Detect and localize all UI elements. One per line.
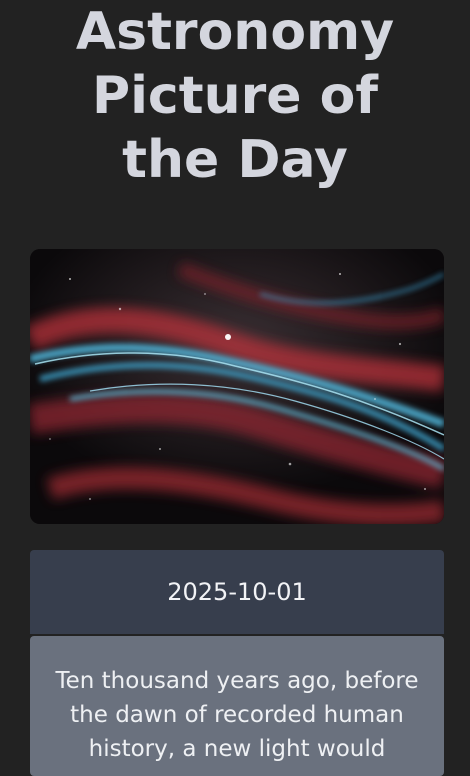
- title-line-2: Picture of: [92, 66, 378, 126]
- explanation-text: Ten thousand years ago, before the dawn …: [55, 668, 419, 762]
- page-title: Astronomy Picture of the Day: [0, 0, 470, 192]
- apod-image[interactable]: [30, 249, 444, 524]
- apod-explanation: Ten thousand years ago, before the dawn …: [30, 636, 444, 776]
- title-line-3: the Day: [122, 130, 348, 190]
- title-line-1: Astronomy: [75, 2, 395, 62]
- nebula-image-graphic: [30, 249, 444, 524]
- apod-date: 2025-10-01: [30, 550, 444, 634]
